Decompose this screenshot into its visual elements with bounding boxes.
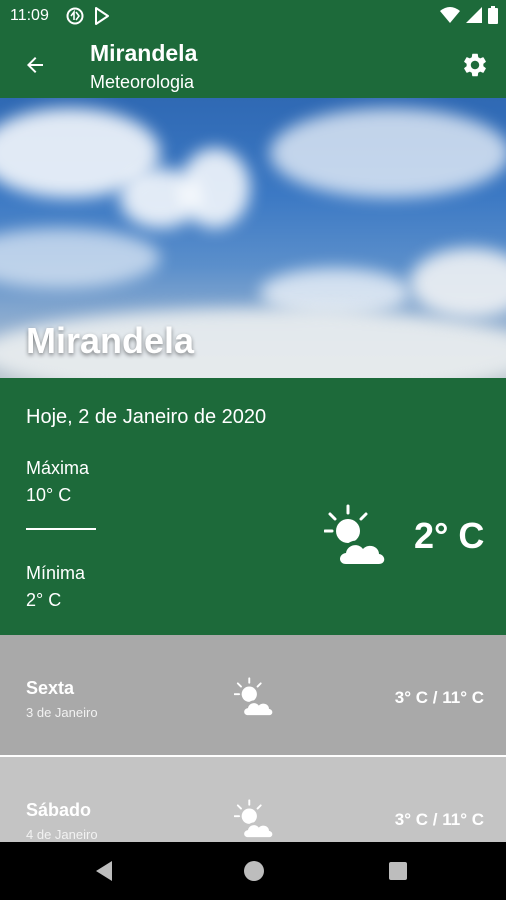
today-card: Hoje, 2 de Janeiro de 2020 Máxima 10° C … <box>0 378 506 635</box>
app-title: Mirandela <box>90 40 198 66</box>
battery-icon <box>488 6 498 24</box>
forecast-temperature: 3° C / 11° C <box>394 810 484 829</box>
signal-icon <box>466 7 482 23</box>
status-left-icons <box>66 7 110 25</box>
gear-icon <box>464 53 486 77</box>
partly-cloudy-icon <box>234 799 275 839</box>
forecast-day: Sexta <box>26 678 75 698</box>
current-temperature: 2° C <box>414 515 485 556</box>
status-bar: 11:09 <box>0 0 506 32</box>
forecast-temperature: 3° C / 11° C <box>394 688 484 707</box>
nav-back-icon[interactable] <box>96 861 112 881</box>
arrow-back-icon <box>27 57 43 73</box>
max-label: Máxima <box>26 458 90 478</box>
nav-recents-icon[interactable] <box>389 862 407 880</box>
partly-cloudy-icon <box>324 504 388 566</box>
status-right-icons <box>440 6 498 24</box>
forecast-date: 3 de Janeiro <box>26 705 98 720</box>
play-store-icon <box>95 7 109 25</box>
back-button[interactable] <box>18 48 52 82</box>
wifi-icon <box>440 7 460 23</box>
forecast-date: 4 de Janeiro <box>26 827 98 842</box>
max-value: 10° C <box>26 485 72 505</box>
forecast-row[interactable]: Sexta 3 de Janeiro 3° C / 11° C <box>0 635 506 755</box>
hero-sky-image: Mirandela <box>0 98 506 378</box>
partly-cloudy-icon <box>234 677 275 717</box>
min-value: 2° C <box>26 590 62 610</box>
app-bar: Mirandela Meteorologia <box>0 32 506 98</box>
app-subtitle: Meteorologia <box>90 72 195 92</box>
status-time: 11:09 <box>10 7 49 24</box>
today-date: Hoje, 2 de Janeiro de 2020 <box>26 406 267 428</box>
sync-icon <box>66 7 84 25</box>
min-label: Mínima <box>26 563 86 583</box>
system-nav-bar <box>0 842 506 900</box>
hero-city-name: Mirandela <box>26 320 195 361</box>
settings-button[interactable] <box>458 48 492 82</box>
divider <box>26 528 96 530</box>
nav-home-icon[interactable] <box>244 861 264 881</box>
forecast-day: Sábado <box>26 800 92 820</box>
